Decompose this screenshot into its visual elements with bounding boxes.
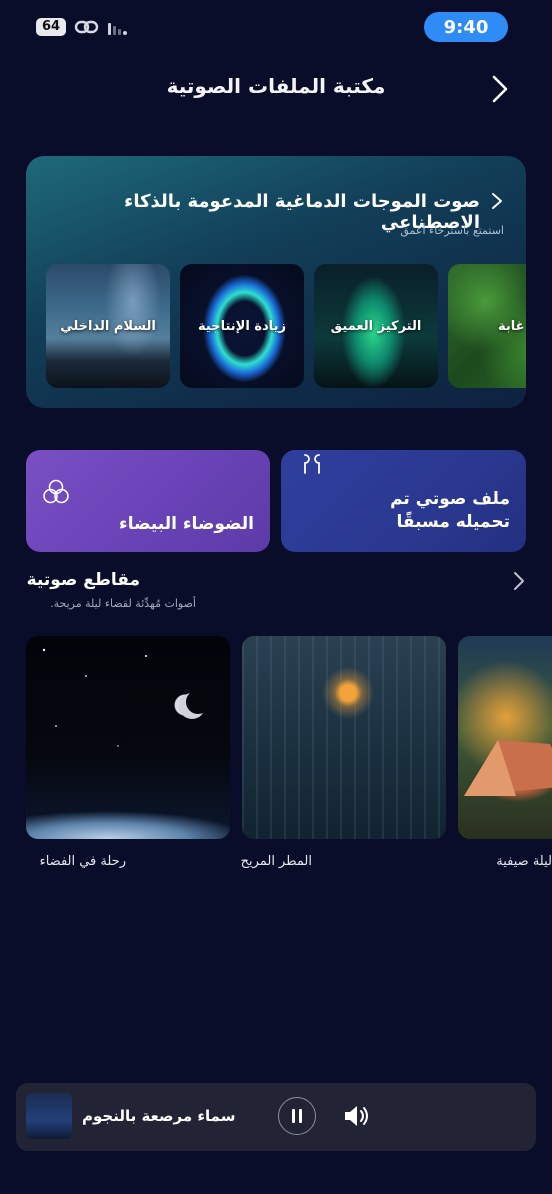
preloaded-label-line1: ملف صوتي تم (390, 489, 510, 509)
clip-label: المطر المريح (240, 854, 312, 869)
clip-label: ليلة صيفية (496, 854, 552, 869)
ai-section-subtitle: استمتع باسترخاء أعمق (400, 224, 504, 237)
player-artwork (26, 1093, 72, 1139)
clip-label: رحلة في الفضاء (39, 854, 126, 869)
player-title: سماء مرصعة بالنجوم (82, 1107, 236, 1125)
pause-icon (292, 1109, 302, 1123)
tile-label: السلام الداخلي (60, 318, 156, 334)
clip-relaxing-rain[interactable] (242, 636, 446, 839)
three-circles-icon (43, 479, 69, 504)
tile-label: زيادة الإنتاجية (198, 318, 286, 334)
clip-summer-night[interactable] (458, 636, 552, 839)
white-noise-label: الضوضاء البيضاء (119, 514, 254, 534)
moon-icon (42, 648, 210, 747)
status-bar-left: 64 (36, 18, 128, 36)
tile-productivity[interactable]: زيادة الإنتاجية (180, 264, 304, 388)
clips-section-subtitle: أصوات مُهدِّئة لقضاء ليلة مريحة. (50, 597, 196, 610)
ai-section-chevron-icon[interactable] (490, 191, 504, 211)
preloaded-audio-tile[interactable]: ملف صوتي تم تحميله مسبقًا (281, 450, 526, 552)
preloaded-label-line2: تحميله مسبقًا (396, 512, 510, 532)
link-icon (74, 20, 99, 34)
earbuds-icon (304, 454, 320, 474)
tile-deep-focus[interactable]: التركيز العميق (314, 264, 438, 388)
speaker-icon[interactable] (342, 1103, 372, 1129)
clips-section-title: مقاطع صوتية (26, 570, 140, 590)
pause-button[interactable] (278, 1097, 316, 1135)
tile-label: غابة (498, 318, 525, 334)
signal-icon (108, 19, 128, 35)
tent-icon (464, 740, 552, 796)
battery-indicator: 64 (36, 18, 67, 36)
status-time: 9:40 (424, 12, 508, 42)
tile-forest[interactable]: غابة (448, 264, 526, 388)
clips-section-chevron-icon[interactable] (512, 570, 526, 592)
mini-player[interactable]: سماء مرصعة بالنجوم (16, 1083, 536, 1151)
white-noise-tile[interactable]: الضوضاء البيضاء (26, 450, 270, 552)
tile-label: التركيز العميق (330, 318, 422, 334)
ai-brainwave-card[interactable]: صوت الموجات الدماغية المدعومة بالذكاء ال… (26, 156, 526, 408)
back-chevron-icon[interactable] (486, 74, 510, 104)
tile-inner-peace[interactable]: السلام الداخلي (46, 264, 170, 388)
page-title: مكتبة الملفات الصوتية (166, 74, 386, 98)
clip-space-journey[interactable] (26, 636, 230, 839)
